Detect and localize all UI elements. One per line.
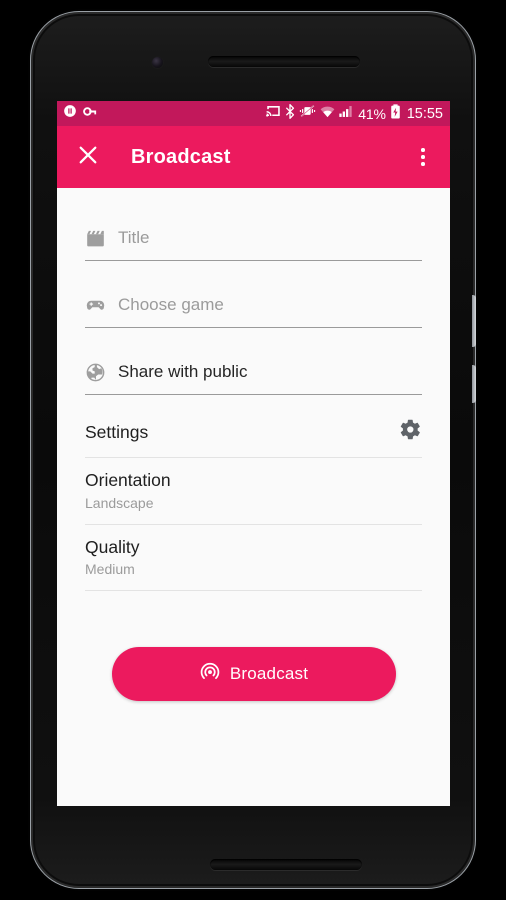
earpiece-speaker (208, 56, 360, 67)
page-title: Broadcast (131, 145, 231, 168)
cast-icon (266, 104, 281, 123)
close-button[interactable] (73, 142, 103, 172)
broadcast-waves-icon (199, 662, 221, 687)
wifi-icon (320, 105, 335, 123)
title-field-placeholder: Title (118, 228, 150, 247)
bluetooth-icon (285, 103, 295, 124)
quality-title: Quality (85, 536, 140, 557)
more-vert-icon (421, 148, 425, 152)
broadcast-button[interactable]: Broadcast (111, 647, 396, 702)
status-bar-left-icons (63, 104, 98, 123)
status-bar: 41% 15:55 (57, 101, 450, 126)
app-bar: Broadcast (57, 126, 450, 188)
status-clock: 15:55 (406, 105, 443, 122)
vpn-key-icon (83, 105, 98, 123)
vibrate-off-icon (299, 104, 316, 123)
pause-notification-icon (63, 104, 77, 123)
overflow-menu-button[interactable] (410, 140, 436, 174)
primary-action-area: Broadcast (85, 647, 422, 702)
form-content: Title Choose game Share with public Sett… (57, 216, 450, 702)
battery-charging-icon (390, 103, 401, 124)
close-icon (77, 144, 99, 171)
more-vert-icon-dot (421, 155, 425, 159)
bottom-speaker (210, 859, 362, 870)
choose-game-placeholder: Choose game (118, 295, 224, 314)
front-camera (152, 57, 163, 68)
share-visibility-value: Share with public (118, 362, 248, 381)
choose-game-field-row[interactable]: Choose game (85, 283, 422, 328)
battery-percent-label: 41% (358, 105, 386, 122)
orientation-value: Landscape (85, 494, 154, 511)
settings-section-header: Settings (85, 407, 422, 458)
phone-frame: 41% 15:55 Broadcast Title Choose game Sh… (33, 14, 476, 886)
setting-row-orientation[interactable]: Orientation Landscape (85, 458, 422, 525)
broadcast-button-label: Broadcast (229, 664, 309, 684)
settings-label: Settings (85, 421, 149, 442)
title-field-row[interactable]: Title (85, 216, 422, 261)
orientation-title: Orientation (85, 470, 171, 490)
status-bar-right-icons: 41% 15:55 (266, 103, 443, 124)
gamepad-icon (85, 298, 106, 312)
power-button[interactable] (472, 295, 476, 347)
gear-icon (399, 418, 422, 446)
globe-public-icon (85, 363, 106, 382)
quality-value: Medium (85, 561, 135, 578)
more-vert-icon-dot (421, 162, 425, 166)
share-visibility-row[interactable]: Share with public (85, 350, 422, 395)
movie-clapperboard-icon (85, 230, 106, 247)
cell-signal-icon (339, 105, 354, 123)
settings-gear-button[interactable] (399, 418, 422, 446)
phone-screen: 41% 15:55 Broadcast Title Choose game Sh… (57, 101, 450, 806)
volume-button[interactable] (472, 365, 476, 403)
setting-row-quality[interactable]: Quality Medium (85, 525, 422, 592)
